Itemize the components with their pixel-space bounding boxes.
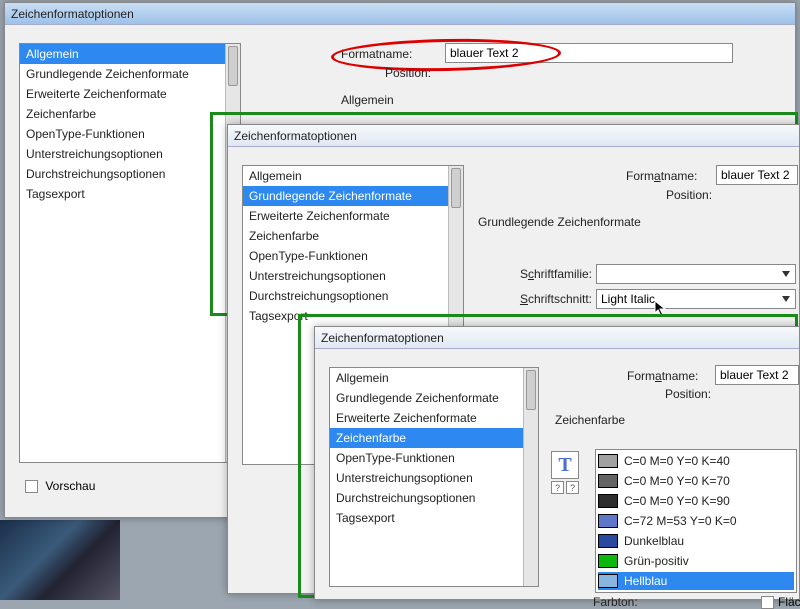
swatch-row[interactable]: C=0 M=0 Y=0 K=40 (598, 452, 794, 470)
dialog-zeichenfarbe: Zeichenformatoptionen AllgemeinGrundlege… (314, 326, 800, 600)
annotation-red-ellipse (331, 37, 562, 73)
swatch-color (598, 534, 618, 548)
sidebar-item[interactable]: Durchstreichungsoptionen (330, 488, 538, 508)
sidebar-item[interactable]: Tagsexport (330, 508, 538, 528)
cursor-icon (654, 300, 668, 318)
sidebar-item[interactable]: Erweiterte Zeichenformate (330, 408, 538, 428)
schriftschnitt-label: Schriftschnitt: (510, 292, 592, 306)
schriftfamilie-label: Schriftfamilie: (510, 267, 592, 281)
chevron-down-icon (779, 292, 793, 306)
formatname-label: Formatname: (627, 369, 698, 383)
sidebar-item[interactable]: Tagsexport (20, 184, 240, 204)
scrollbar[interactable] (523, 368, 538, 586)
swatch-label: C=0 M=0 Y=0 K=70 (624, 474, 730, 488)
farbton-label: Farbton: (593, 595, 638, 609)
position-label: Position: (666, 188, 712, 202)
swatch-label: C=72 M=53 Y=0 K=0 (624, 514, 737, 528)
swatch-label: Hellblau (624, 574, 667, 588)
sidebar-item[interactable]: Grundlegende Zeichenformate (243, 186, 463, 206)
sidebar-item[interactable]: Allgemein (20, 44, 240, 64)
titlebar: Zeichenformatoptionen (5, 3, 795, 25)
swatch-color (598, 514, 618, 528)
sidebar-item[interactable]: Zeichenfarbe (330, 428, 538, 448)
sidebar-item[interactable]: Unterstreichungsoptionen (243, 266, 463, 286)
sidebar-item[interactable]: Zeichenfarbe (243, 226, 463, 246)
sidebar-item[interactable]: Durchstreichungsoptionen (243, 286, 463, 306)
sidebar-item[interactable]: Erweiterte Zeichenformate (20, 84, 240, 104)
swatch-label: Grün-positiv (624, 554, 689, 568)
formatname-label: Formatname: (626, 169, 697, 183)
formatname-input[interactable]: blauer Text 2 (716, 165, 798, 185)
sidebar-item[interactable]: Tagsexport (243, 306, 463, 326)
flaeche-label: Fläch (778, 595, 800, 609)
fill-stroke-toggle[interactable]: T ? ? (551, 451, 579, 494)
swatch-color (598, 454, 618, 468)
section-heading: Allgemein (341, 93, 394, 107)
swatch-row[interactable]: C=0 M=0 Y=0 K=90 (598, 492, 794, 510)
titlebar: Zeichenformatoptionen (315, 327, 799, 349)
position-label: Position: (385, 66, 431, 80)
preview-label: Vorschau (45, 479, 95, 493)
sidebar-item[interactable]: Allgemein (330, 368, 538, 388)
swatch-label: Dunkelblau (624, 534, 684, 548)
section-heading: Grundlegende Zeichenformate (478, 215, 641, 229)
titlebar: Zeichenformatoptionen (228, 125, 799, 147)
preview-checkbox-row[interactable]: Vorschau (25, 479, 95, 493)
sidebar[interactable]: AllgemeinGrundlegende ZeichenformateErwe… (19, 43, 241, 463)
text-fill-icon[interactable]: T (551, 451, 579, 479)
sidebar-item[interactable]: Grundlegende Zeichenformate (330, 388, 538, 408)
dialog-title: Zeichenformatoptionen (234, 129, 357, 143)
sidebar-item[interactable]: Unterstreichungsoptionen (20, 144, 240, 164)
preview-checkbox[interactable] (25, 480, 38, 493)
dialog-title: Zeichenformatoptionen (321, 331, 444, 345)
swatch-row[interactable]: C=0 M=0 Y=0 K=70 (598, 472, 794, 490)
swatch-row[interactable]: C=72 M=53 Y=0 K=0 (598, 512, 794, 530)
flaeche-checkbox-row[interactable]: Fläch (761, 595, 800, 609)
swatch-label: C=0 M=0 Y=0 K=90 (624, 494, 730, 508)
flaeche-checkbox[interactable] (761, 596, 774, 609)
sidebar[interactable]: AllgemeinGrundlegende ZeichenformateErwe… (329, 367, 539, 587)
position-label: Position: (665, 387, 711, 401)
sidebar-item[interactable]: OpenType-Funktionen (20, 124, 240, 144)
sidebar-item[interactable]: Durchstreichungsoptionen (20, 164, 240, 184)
swatch-color (598, 574, 618, 588)
swatch-color (598, 474, 618, 488)
sidebar-item[interactable]: OpenType-Funktionen (330, 448, 538, 468)
sidebar-item[interactable]: Allgemein (243, 166, 463, 186)
sidebar-item[interactable]: OpenType-Funktionen (243, 246, 463, 266)
swatch-row[interactable]: Hellblau (598, 572, 794, 590)
swatch-row[interactable]: Dunkelblau (598, 532, 794, 550)
sidebar-item[interactable]: Grundlegende Zeichenformate (20, 64, 240, 84)
swatch-row[interactable]: Grün-positiv (598, 552, 794, 570)
sidebar-item[interactable]: Unterstreichungsoptionen (330, 468, 538, 488)
swatch-label: C=0 M=0 Y=0 K=40 (624, 454, 730, 468)
formatname-input[interactable]: blauer Text 2 (715, 365, 799, 385)
section-heading: Zeichenfarbe (555, 413, 625, 427)
chevron-down-icon (779, 267, 793, 281)
background-photo (0, 520, 120, 600)
sidebar-item[interactable]: Zeichenfarbe (20, 104, 240, 124)
swatch-list[interactable]: C=0 M=0 Y=0 K=40 C=0 M=0 Y=0 K=70 C=0 M=0 … (595, 449, 797, 593)
dialog-title: Zeichenformatoptionen (11, 7, 134, 21)
default-icon[interactable]: ? (566, 481, 579, 494)
schriftfamilie-combo[interactable] (596, 264, 796, 284)
swatch-color (598, 554, 618, 568)
swap-icon[interactable]: ? (551, 481, 564, 494)
sidebar-item[interactable]: Erweiterte Zeichenformate (243, 206, 463, 226)
schriftschnitt-combo[interactable]: Light Italic (596, 289, 796, 309)
swatch-color (598, 494, 618, 508)
